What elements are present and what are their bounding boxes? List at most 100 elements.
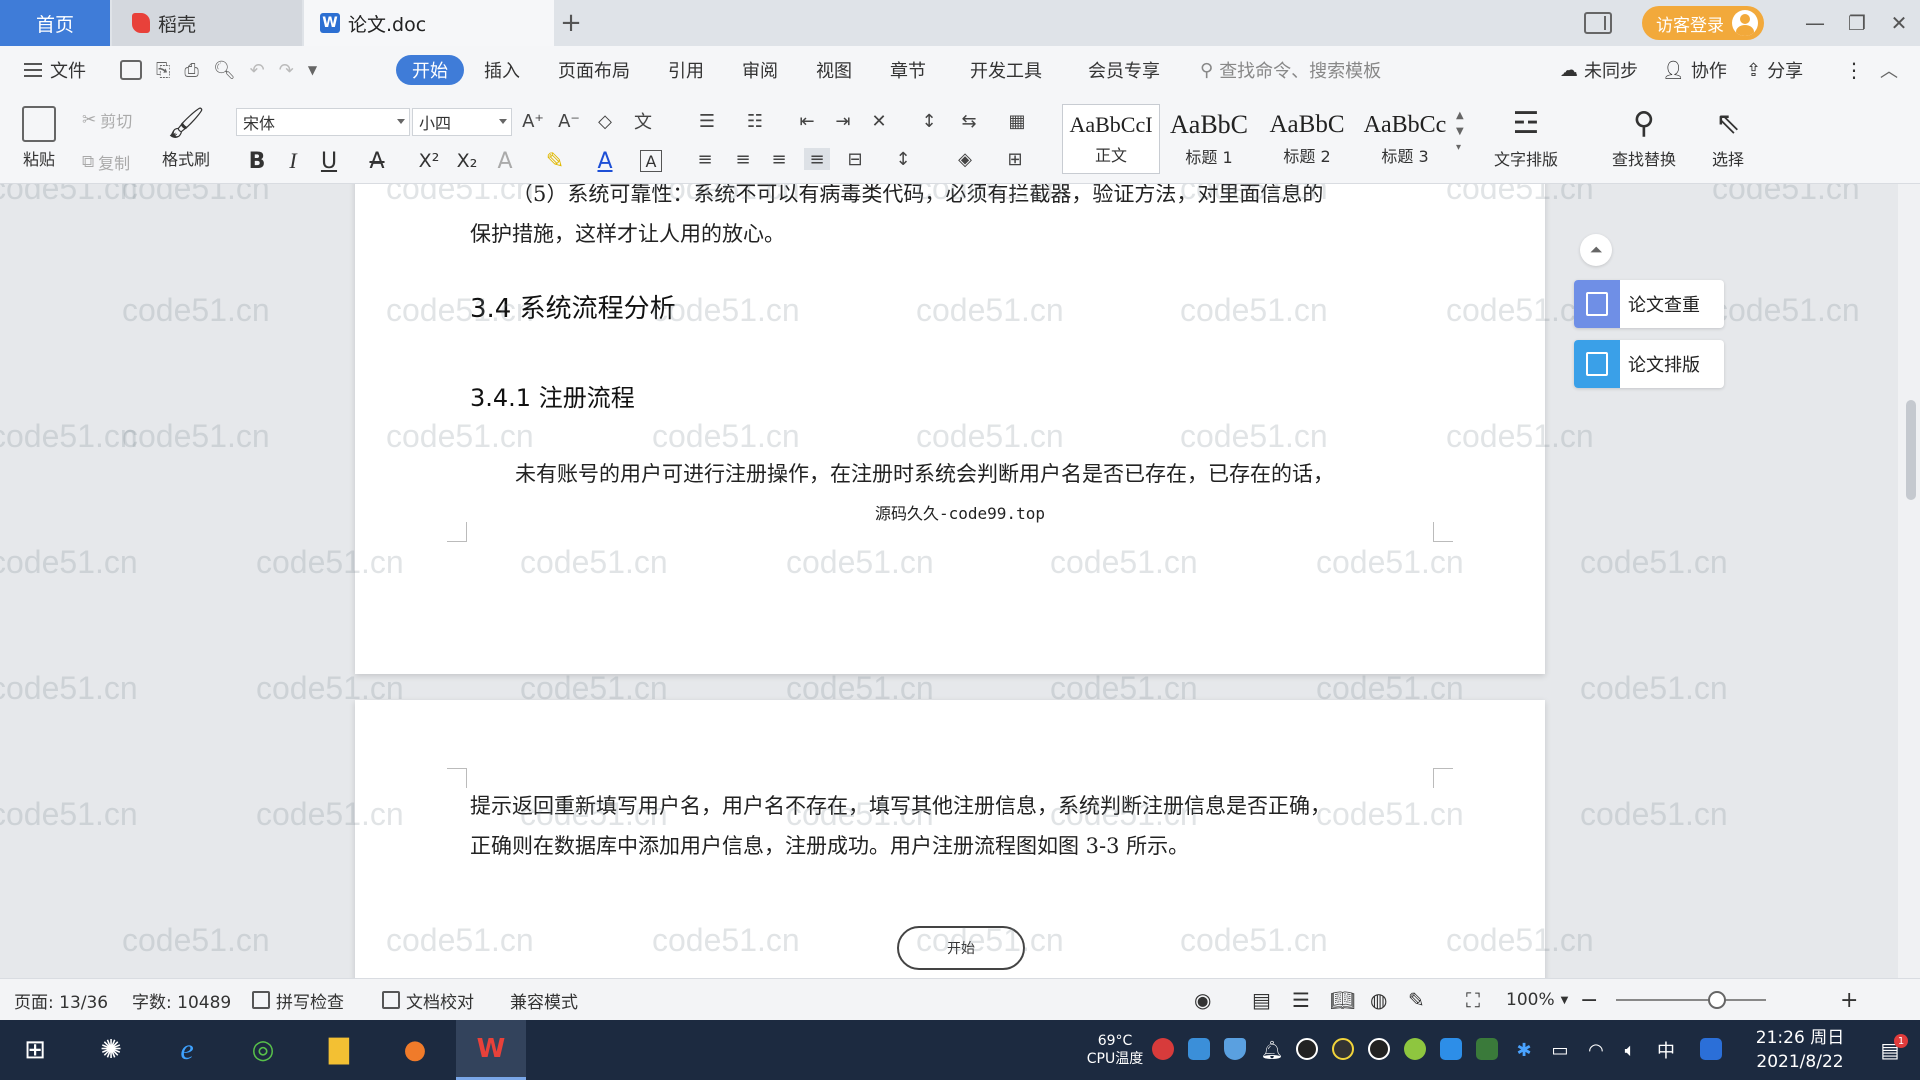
increase-font-icon[interactable]: A⁺	[520, 110, 546, 132]
save-icon[interactable]	[120, 60, 142, 80]
reading-view-icon[interactable]: 📖︎	[1330, 979, 1355, 1021]
superscript-icon[interactable]: X²	[414, 146, 444, 176]
file-menu[interactable]: 文件	[24, 46, 86, 94]
wps-office-icon[interactable]: W	[456, 1020, 526, 1080]
copy-button[interactable]: ⧉ 复制	[82, 150, 130, 174]
menu-tab-page-layout[interactable]: 页面布局	[558, 46, 630, 94]
customize-dropdown-icon[interactable]: ▼	[308, 63, 317, 77]
file-explorer-icon[interactable]: ▇	[304, 1020, 374, 1080]
chinese-layout-icon[interactable]: ✕	[866, 110, 892, 132]
italic-icon[interactable]: I	[278, 146, 308, 176]
spell-check-button[interactable]: 拼写检查	[252, 979, 344, 1021]
select-button[interactable]: ⇖ 选择	[1712, 106, 1744, 170]
pinwheel-app-icon[interactable]: ✺	[76, 1020, 146, 1080]
output-icon[interactable]: ⎘	[156, 60, 170, 81]
font-color-icon[interactable]: A	[590, 146, 620, 176]
bold-icon[interactable]: B	[242, 146, 272, 176]
qq-icon[interactable]	[1368, 1038, 1390, 1060]
paste-button[interactable]: 粘贴	[22, 106, 56, 170]
font-name-select[interactable]: 宋体	[236, 108, 410, 136]
more-icon[interactable]: ⋮	[1844, 46, 1864, 94]
menu-tab-home[interactable]: 开始	[396, 55, 464, 85]
fit-page-icon[interactable]: ⛶	[1466, 979, 1480, 1021]
collapse-panel-icon[interactable]: ⏶	[1580, 234, 1612, 266]
battery-icon[interactable]: ▭	[1546, 1020, 1574, 1080]
table-tools-icon[interactable]: ▦	[1004, 110, 1030, 132]
monkey-app-icon[interactable]: ●	[380, 1020, 450, 1080]
paper-layout-button[interactable]: 论文排版	[1574, 340, 1724, 388]
nvidia-icon[interactable]	[1476, 1038, 1498, 1060]
highlight-icon[interactable]: ✎	[540, 146, 570, 176]
collaborate-button[interactable]: 👤︎ 协作	[1662, 46, 1727, 94]
clear-format-icon[interactable]: ◇	[592, 110, 618, 132]
font-size-select[interactable]: 小四	[412, 108, 512, 136]
scrollbar-thumb[interactable]	[1906, 400, 1916, 500]
qq-icon[interactable]	[1296, 1038, 1318, 1060]
ie-browser-icon[interactable]: e	[152, 1020, 222, 1080]
tab-document[interactable]: W 论文.doc	[304, 0, 554, 46]
search-app-icon[interactable]	[1700, 1038, 1722, 1060]
start-icon[interactable]: ⊞	[0, 1020, 70, 1080]
tab-home[interactable]: 首页	[0, 0, 110, 46]
eye-protection-icon[interactable]: ◉	[1194, 979, 1211, 1021]
collapse-ribbon-icon[interactable]: ︿	[1880, 46, 1898, 94]
tab-daoke[interactable]: 稻壳	[112, 0, 302, 46]
redo-icon[interactable]: ↷	[279, 60, 294, 81]
style-heading-1[interactable]: AaBbC 标题 1	[1160, 104, 1258, 174]
print-icon[interactable]: ⎙	[184, 60, 198, 81]
menu-tab-member[interactable]: 会员专享	[1088, 46, 1160, 94]
find-replace-button[interactable]: ⚲ 查找替换	[1612, 106, 1676, 170]
word-count[interactable]: 字数: 10489	[132, 979, 231, 1021]
write-view-icon[interactable]: ✎	[1408, 979, 1425, 1021]
sync-status[interactable]: ☁ 未同步	[1560, 46, 1638, 94]
zoom-out-icon[interactable]: −	[1580, 979, 1598, 1021]
cut-button[interactable]: ✂ 剪切	[82, 108, 132, 132]
document-page[interactable]: （5）系统可靠性：系统不可以有病毒类代码，必须有拦截器，验证方法，对里面信息的 …	[355, 184, 1545, 674]
menu-tab-view[interactable]: 视图	[816, 46, 852, 94]
zoom-slider-handle[interactable]	[1708, 991, 1726, 1009]
shield-icon[interactable]	[1224, 1038, 1246, 1060]
web-view-icon[interactable]: ◍	[1370, 979, 1387, 1021]
shading-icon[interactable]: ◈	[952, 148, 978, 170]
show-marks-icon[interactable]: ⇆	[956, 110, 982, 132]
wifi-icon[interactable]: ◠	[1582, 1020, 1610, 1080]
undo-icon[interactable]: ↶	[250, 60, 265, 81]
text-effect-icon[interactable]: A	[490, 146, 520, 176]
zoom-in-icon[interactable]: +	[1840, 979, 1858, 1021]
vertical-scrollbar[interactable]	[1898, 184, 1920, 978]
tray-app-icon[interactable]	[1404, 1038, 1426, 1060]
menu-tab-chapter[interactable]: 章节	[890, 46, 926, 94]
numbered-list-icon[interactable]: ☷	[742, 110, 768, 132]
decrease-font-icon[interactable]: A⁻	[556, 110, 582, 132]
menu-tab-developer[interactable]: 开发工具	[970, 46, 1042, 94]
ime-indicator[interactable]: 中	[1652, 1020, 1680, 1080]
justify-icon[interactable]: ≡	[804, 148, 830, 170]
increase-indent-icon[interactable]: ⇥	[830, 110, 856, 132]
align-left-icon[interactable]: ≡	[692, 148, 718, 170]
page-view-icon[interactable]: ▤	[1252, 979, 1271, 1021]
page-indicator[interactable]: 页面: 13/36	[14, 979, 108, 1021]
document-page[interactable]: 提示返回重新填写用户名，用户名不存在，填写其他注册信息，系统判断注册信息是否正确…	[355, 700, 1545, 978]
style-normal[interactable]: AaBbCcI 正文	[1062, 104, 1160, 174]
paper-check-button[interactable]: 论文查重	[1574, 280, 1724, 328]
decrease-indent-icon[interactable]: ⇤	[794, 110, 820, 132]
menu-tab-references[interactable]: 引用	[668, 46, 704, 94]
minimize-button[interactable]: —	[1794, 0, 1836, 46]
style-gallery-scroll[interactable]: ▲ ▼ ▾	[1456, 108, 1464, 156]
360-browser-icon[interactable]: ◎	[228, 1020, 298, 1080]
underline-icon[interactable]: U	[314, 146, 344, 176]
strikethrough-icon[interactable]: A	[362, 146, 392, 176]
close-button[interactable]: ✕	[1878, 0, 1920, 46]
align-center-icon[interactable]: ≡	[730, 148, 756, 170]
panel-layout-icon[interactable]	[1584, 12, 1612, 34]
flowchart-start-node[interactable]: 开始	[897, 926, 1025, 970]
tray-app-icon[interactable]	[1152, 1038, 1174, 1060]
align-right-icon[interactable]: ≡	[766, 148, 792, 170]
command-search[interactable]: ⚲ 查找命令、搜索模板	[1200, 46, 1381, 94]
subscript-icon[interactable]: X₂	[452, 146, 482, 176]
zoom-slider[interactable]	[1616, 999, 1766, 1001]
menu-tab-insert[interactable]: 插入	[484, 46, 520, 94]
notification-center[interactable]: ▤ 1	[1870, 1020, 1910, 1080]
format-painter-button[interactable]: 🖌︎ 格式刷	[162, 106, 210, 170]
distributed-icon[interactable]: ⊟	[842, 148, 868, 170]
